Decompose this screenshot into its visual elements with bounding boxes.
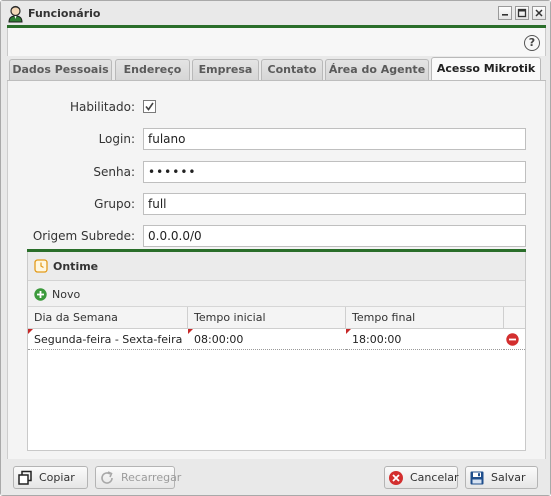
- column-header-tempo-final[interactable]: Tempo final: [346, 307, 504, 329]
- grupo-input[interactable]: [143, 193, 526, 215]
- habilitado-label: Habilitado:: [69, 100, 135, 114]
- ontime-accent-line: [27, 249, 526, 252]
- close-button[interactable]: [532, 6, 546, 20]
- close-icon: [535, 9, 543, 17]
- window-toolbar: ?: [7, 28, 546, 56]
- column-header-actions: [504, 307, 525, 329]
- ontime-header: Ontime: [28, 252, 525, 281]
- login-label: Login:: [98, 132, 135, 146]
- window-titlebar[interactable]: Funcionário: [1, 1, 550, 27]
- dirty-marker: [346, 329, 351, 334]
- ontime-grid: Ontime Novo Dia da Semana Tempo inicial …: [27, 251, 526, 451]
- save-icon: [470, 471, 484, 484]
- cell-dia-semana[interactable]: Segunda-feira - Sexta-feira: [28, 329, 188, 350]
- tab-endereco[interactable]: Endereço: [115, 59, 190, 80]
- origem-subrede-label: Origem Subrede:: [32, 229, 135, 243]
- employee-icon: [8, 5, 23, 23]
- senha-label: Senha:: [93, 165, 135, 179]
- salvar-button[interactable]: Salvar: [465, 466, 538, 489]
- ontime-toolbar: Novo: [28, 281, 525, 307]
- cell-tempo-final[interactable]: 18:00:00: [346, 329, 504, 350]
- window-footer: Copiar Recarregar Cancelar Salvar: [1, 459, 550, 495]
- dirty-marker: [188, 329, 193, 334]
- window-title: Funcionário: [28, 7, 101, 20]
- tab-acesso-mikrotik[interactable]: Acesso Mikrotik: [431, 57, 541, 80]
- origem-subrede-input[interactable]: [143, 225, 526, 247]
- senha-input[interactable]: ••••••: [143, 161, 526, 183]
- tab-empresa[interactable]: Empresa: [192, 59, 259, 80]
- minimize-button[interactable]: [498, 6, 512, 20]
- copiar-label: Copiar: [39, 471, 75, 484]
- novo-label: Novo: [52, 287, 81, 301]
- habilitado-checkbox[interactable]: [143, 100, 156, 113]
- tab-contato[interactable]: Contato: [261, 59, 323, 80]
- employee-window: Funcionário ? Dados Pessoais Endereço Em…: [0, 0, 551, 496]
- salvar-label: Salvar: [491, 471, 526, 484]
- copy-icon: [18, 470, 32, 485]
- tab-bar: Dados Pessoais Endereço Empresa Contato …: [7, 56, 546, 80]
- copiar-button[interactable]: Copiar: [13, 466, 88, 489]
- cancelar-label: Cancelar: [410, 471, 459, 484]
- tab-dados-pessoais[interactable]: Dados Pessoais: [9, 59, 112, 80]
- novo-button[interactable]: Novo: [34, 285, 80, 303]
- login-input[interactable]: [143, 128, 526, 150]
- grupo-label: Grupo:: [94, 197, 135, 211]
- help-icon[interactable]: ?: [524, 35, 540, 51]
- maximize-icon: [517, 8, 527, 18]
- column-header-dia-semana[interactable]: Dia da Semana: [28, 307, 188, 329]
- maximize-button[interactable]: [515, 6, 529, 20]
- cell-tempo-inicial[interactable]: 08:00:00: [188, 329, 346, 350]
- checkmark-icon: [145, 102, 154, 111]
- recarregar-label: Recarregar: [121, 471, 182, 484]
- dirty-marker: [28, 329, 33, 334]
- tab-area-do-agente[interactable]: Área do Agente: [325, 59, 429, 80]
- cancel-icon: [389, 470, 403, 485]
- recarregar-button[interactable]: Recarregar: [95, 466, 181, 489]
- add-icon: [34, 287, 47, 301]
- minimize-icon: [502, 14, 508, 16]
- cancelar-button[interactable]: Cancelar: [384, 466, 459, 489]
- reload-icon: [101, 470, 113, 484]
- clock-icon: [34, 259, 48, 273]
- ontime-title: Ontime: [53, 260, 99, 273]
- remove-row-icon[interactable]: [506, 333, 519, 346]
- column-header-tempo-inicial[interactable]: Tempo inicial: [188, 307, 346, 329]
